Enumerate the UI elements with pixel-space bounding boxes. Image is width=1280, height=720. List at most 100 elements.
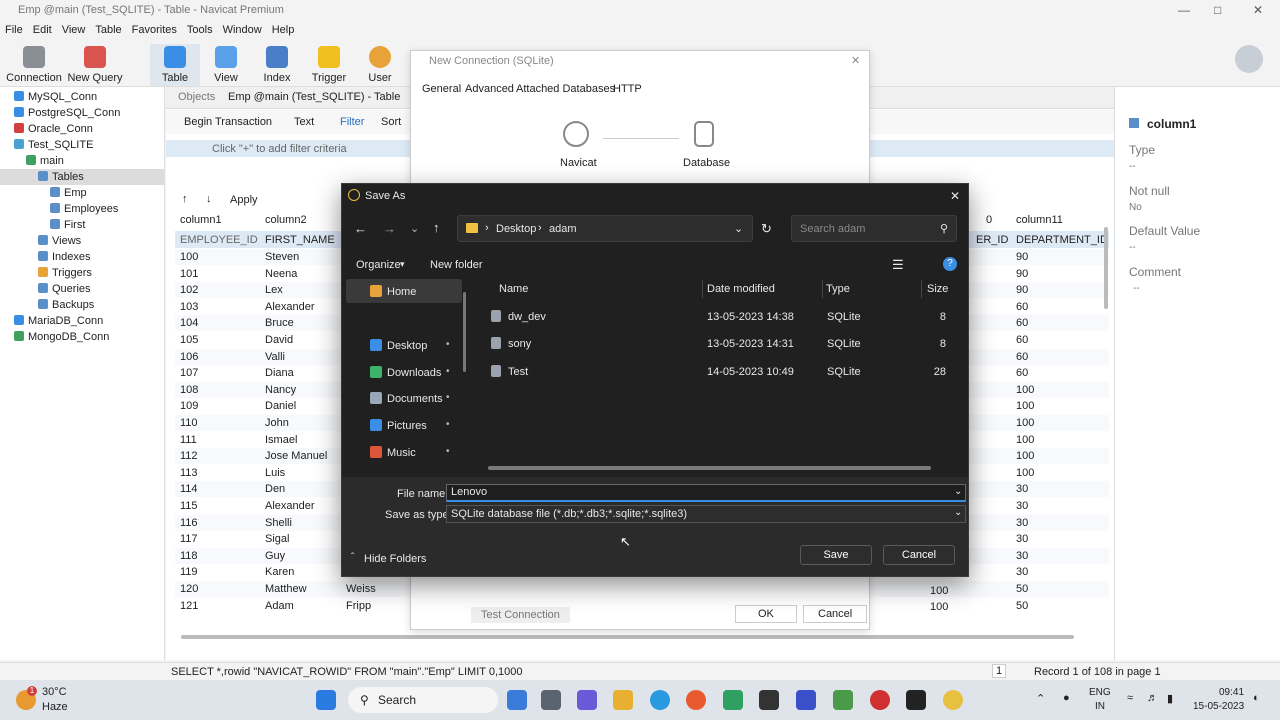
sidebar-item-pictures[interactable]: Pictures • (370, 419, 450, 432)
cell-department-id[interactable]: DEPARTMENT_ID (1016, 234, 1108, 246)
table-cell[interactable]: 60 (1016, 334, 1028, 346)
notepad-icon[interactable] (833, 690, 853, 710)
cancel-button[interactable]: Cancel (883, 545, 955, 565)
size-column-header[interactable]: Size (927, 283, 948, 295)
hide-folders-button[interactable]: Hide Folders (364, 553, 426, 565)
clock-date[interactable]: 15-05-2023 (1193, 701, 1244, 712)
table-cell[interactable]: Valli (265, 351, 285, 363)
chevron-down-icon[interactable]: ⌄ (734, 222, 743, 235)
table-cell[interactable]: 114 (180, 483, 198, 495)
table-cell[interactable]: 90 (1016, 251, 1028, 263)
table-cell[interactable]: 100 (1016, 384, 1034, 396)
sidebar-item-desktop[interactable]: Desktop • (370, 339, 450, 352)
table-cell[interactable]: Guy (265, 550, 285, 562)
address-bar[interactable]: › Desktop › adam ⌄ (457, 215, 753, 242)
table-cell[interactable]: David (265, 334, 293, 346)
table-cell[interactable]: 30 (1016, 517, 1028, 529)
table-cell[interactable]: 120 (180, 583, 198, 595)
maximize-icon[interactable]: □ (1214, 3, 1221, 17)
table-cell[interactable]: Luis (265, 467, 285, 479)
menu-item-tools[interactable]: Tools (182, 20, 218, 36)
table-cell[interactable]: 50 (1016, 583, 1028, 595)
test-connection-button[interactable]: Test Connection (471, 607, 570, 623)
connection-button[interactable]: Connection (5, 44, 63, 86)
move-up-icon[interactable]: ↑ (182, 193, 188, 205)
recent-chevron-icon[interactable]: ⌄ (410, 222, 419, 235)
tree-item-mysql_conn[interactable]: MySQL_Conn (0, 89, 164, 105)
table-cell[interactable]: 60 (1016, 317, 1028, 329)
table-cell[interactable]: Weiss (346, 583, 376, 595)
table-cell[interactable]: 110 (180, 417, 198, 429)
tree-item-views[interactable]: Views (0, 233, 164, 249)
clock-time[interactable]: 09:41 (1219, 687, 1244, 698)
table-cell[interactable]: 113 (180, 467, 198, 479)
copilot-icon[interactable] (507, 690, 527, 710)
date-column-header[interactable]: Date modified (707, 283, 775, 295)
table-cell[interactable]: 112 (180, 450, 198, 462)
table-cell[interactable]: 106 (180, 351, 198, 363)
table-cell[interactable]: 100 (1016, 417, 1034, 429)
volume-icon[interactable]: ♬ (1147, 692, 1158, 704)
table-cell[interactable]: Karen (265, 566, 294, 578)
table-cell[interactable]: 104 (180, 317, 198, 329)
table-cell[interactable]: Diana (265, 367, 294, 379)
table-button[interactable]: Table (150, 44, 200, 86)
text-button[interactable]: Text (294, 116, 314, 128)
table-cell[interactable]: 102 (180, 284, 198, 296)
app-icon[interactable] (759, 690, 779, 710)
table-cell[interactable]: 118 (180, 550, 198, 562)
table-cell[interactable]: 111 (180, 434, 197, 446)
tree-item-test_sqlite[interactable]: Test_SQLITE (0, 137, 164, 153)
table-cell[interactable]: 30 (1016, 550, 1028, 562)
sidebar-scrollbar[interactable] (463, 292, 466, 372)
column1-header[interactable]: column1 (180, 214, 222, 226)
tab-emp[interactable]: Emp @main (Test_SQLITE) - Table (228, 91, 400, 103)
begin-transaction-button[interactable]: Begin Transaction (184, 116, 272, 128)
filter-button[interactable]: Filter (340, 116, 364, 128)
table-cell[interactable]: 100 (1016, 400, 1034, 412)
trigger-button[interactable]: Trigger (305, 44, 353, 86)
cell-employee-id[interactable]: EMPLOYEE_ID (180, 234, 258, 246)
tree-item-indexes[interactable]: Indexes (0, 249, 164, 265)
terminal-icon[interactable] (906, 690, 926, 710)
table-cell[interactable]: Alexander (265, 500, 315, 512)
new-connection-close-icon[interactable]: ✕ (851, 54, 860, 67)
tree-item-mongodb_conn[interactable]: MongoDB_Conn (0, 329, 164, 345)
avatar[interactable] (1235, 45, 1263, 73)
tree-item-queries[interactable]: Queries (0, 281, 164, 297)
cell-extra-120[interactable]: 100 (930, 585, 948, 597)
index-button[interactable]: Index (253, 44, 301, 86)
view-options-icon[interactable]: ☰ (892, 257, 904, 273)
menu-item-favorites[interactable]: Favorites (127, 20, 182, 36)
new-folder-button[interactable]: New folder (430, 259, 483, 271)
user-button[interactable]: User (356, 44, 404, 86)
table-cell[interactable]: 30 (1016, 566, 1028, 578)
table-cell[interactable]: 119 (180, 566, 198, 578)
close-icon[interactable]: ✕ (950, 189, 960, 203)
column11-header[interactable]: column11 (1016, 214, 1063, 226)
edge-icon[interactable] (650, 690, 670, 710)
table-cell[interactable]: 109 (180, 400, 198, 412)
table-cell[interactable]: 30 (1016, 483, 1028, 495)
language-region[interactable]: IN (1095, 701, 1105, 712)
table-cell[interactable]: Neena (265, 268, 297, 280)
store-icon[interactable] (723, 690, 743, 710)
table-cell[interactable]: 60 (1016, 351, 1028, 363)
forward-icon[interactable]: → (383, 221, 396, 236)
settings-icon[interactable] (870, 690, 890, 710)
refresh-icon[interactable]: ↻ (761, 221, 772, 237)
table-cell[interactable]: 121 (180, 600, 198, 612)
table-cell[interactable]: 115 (180, 500, 198, 512)
breadcrumb-desktop[interactable]: Desktop (496, 223, 536, 235)
file-list-item[interactable]: sony 13-05-2023 14:31 SQLite 8 (486, 334, 946, 356)
wifi-icon[interactable]: ≈ (1127, 692, 1133, 704)
table-cell[interactable]: Fripp (346, 600, 371, 612)
sidebar-item-downloads[interactable]: Downloads • (370, 366, 450, 379)
type-column-header[interactable]: Type (826, 283, 850, 295)
up-icon[interactable]: ↑ (433, 220, 440, 235)
table-cell[interactable]: Lex (265, 284, 283, 296)
table-cell[interactable]: 108 (180, 384, 198, 396)
column2-header[interactable]: column2 (265, 214, 307, 226)
tree-item-tables[interactable]: Tables (0, 169, 164, 185)
ok-button[interactable]: OK (735, 605, 797, 623)
